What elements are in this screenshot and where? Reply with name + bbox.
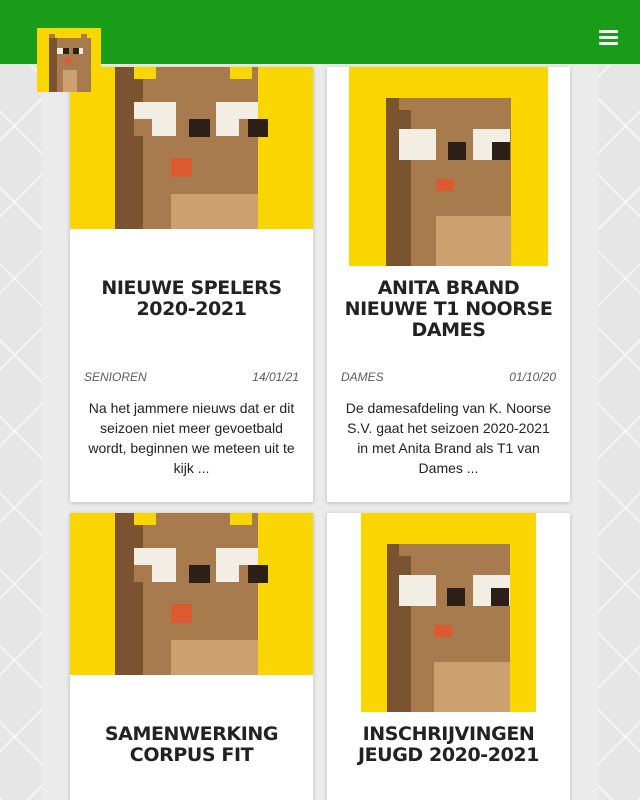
news-card-excerpt: Na het jammere nieuws dat er dit seizoen… bbox=[88, 400, 295, 476]
news-card-meta: Senioren 14/01/21 bbox=[84, 370, 299, 384]
otter-mascot-image bbox=[70, 513, 313, 675]
otter-mascot-image bbox=[349, 67, 548, 266]
news-card-date: 01/10/20 bbox=[509, 370, 556, 384]
otter-mascot-image bbox=[70, 67, 313, 229]
news-card-category[interactable]: Dames bbox=[341, 370, 384, 384]
otter-mascot-image bbox=[361, 513, 536, 712]
otter-logo-icon[interactable] bbox=[37, 28, 101, 92]
menu-line bbox=[599, 30, 618, 33]
news-card-title[interactable]: Samenwerking Corpus Fit bbox=[80, 724, 303, 766]
news-card-image[interactable] bbox=[70, 67, 313, 229]
news-card-image[interactable] bbox=[70, 513, 313, 675]
news-card-meta: Dames 01/10/20 bbox=[341, 370, 556, 384]
news-card[interactable]: Anita Brand nieuwe T1 Noorse Dames Dames… bbox=[327, 67, 570, 502]
menu-line bbox=[599, 36, 618, 39]
menu-line bbox=[599, 42, 618, 45]
news-card-title[interactable]: Nieuwe spelers 2020-2021 bbox=[80, 278, 303, 320]
news-card-date: 14/01/21 bbox=[252, 370, 299, 384]
news-card[interactable]: Nieuwe spelers 2020-2021 Senioren 14/01/… bbox=[70, 67, 313, 502]
news-card-image[interactable] bbox=[349, 67, 548, 266]
news-card-category[interactable]: Senioren bbox=[84, 370, 147, 384]
hamburger-menu-icon[interactable] bbox=[599, 30, 618, 46]
news-card-image[interactable] bbox=[361, 513, 536, 712]
news-card[interactable]: Inschrijvingen jeugd 2020-2021 bbox=[327, 513, 570, 800]
news-card-title[interactable]: Anita Brand nieuwe T1 Noorse Dames bbox=[337, 278, 560, 341]
news-card-title[interactable]: Inschrijvingen jeugd 2020-2021 bbox=[337, 724, 560, 766]
news-card[interactable]: Samenwerking Corpus Fit bbox=[70, 513, 313, 800]
news-card-excerpt: De damesafdeling van K. Noorse S.V. gaat… bbox=[345, 400, 552, 476]
